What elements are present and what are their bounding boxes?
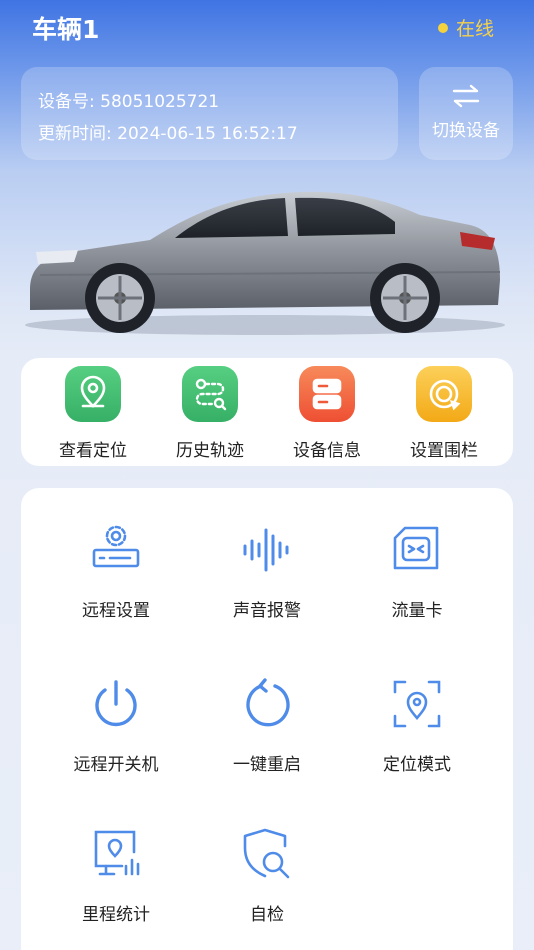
sim-card-label: 流量卡 xyxy=(391,601,443,621)
mileage-stats-button[interactable]: 里程统计 xyxy=(41,826,191,925)
self-check-button[interactable]: 自检 xyxy=(192,826,342,925)
power-icon xyxy=(95,680,137,727)
remote-settings-button[interactable]: 远程设置 xyxy=(41,522,191,621)
mileage-stats-icon xyxy=(94,830,140,876)
remote-settings-label: 远程设置 xyxy=(82,601,150,621)
page-title: 车辆1 xyxy=(32,15,100,44)
remote-power-button[interactable]: 远程开关机 xyxy=(41,676,191,775)
history-track-label: 历史轨迹 xyxy=(176,441,244,461)
track-route-icon xyxy=(182,366,238,422)
device-info-button[interactable]: 设备信息 xyxy=(272,366,382,461)
status-dot-icon xyxy=(437,22,448,33)
location-mode-label: 定位模式 xyxy=(383,755,451,775)
device-id: 设备号: 58051025721 xyxy=(38,92,220,112)
view-location-button[interactable]: 查看定位 xyxy=(38,366,148,461)
sim-card-button[interactable]: 流量卡 xyxy=(342,522,492,621)
device-info-icon xyxy=(299,366,355,422)
remote-settings-icon xyxy=(92,525,140,568)
sound-alarm-label: 声音报警 xyxy=(233,601,301,621)
functions-card: 远程设置 声音报警 流量卡 远程开关机 一键重启 定位模式 里程统计 自检 xyxy=(21,488,513,950)
location-mode-button[interactable]: 定位模式 xyxy=(342,676,492,775)
remote-power-label: 远程开关机 xyxy=(73,755,159,775)
self-check-icon xyxy=(243,828,290,879)
update-time: 更新时间: 2024-06-15 16:52:17 xyxy=(38,124,298,144)
sound-alarm-button[interactable]: 声音报警 xyxy=(192,522,342,621)
status-label: 在线 xyxy=(455,18,494,40)
restart-icon xyxy=(246,678,290,727)
sim-card-icon xyxy=(393,526,439,570)
set-fence-button[interactable]: 设置围栏 xyxy=(389,366,499,461)
location-pin-icon xyxy=(65,366,121,422)
device-info-card: 设备号: 58051025721 更新时间: 2024-06-15 16:52:… xyxy=(21,67,398,160)
history-track-button[interactable]: 历史轨迹 xyxy=(155,366,265,461)
set-fence-label: 设置围栏 xyxy=(410,441,478,461)
fence-icon xyxy=(416,366,472,422)
self-check-label: 自检 xyxy=(250,905,284,925)
switch-device-button[interactable]: 切换设备 xyxy=(419,67,513,160)
switch-device-label: 切换设备 xyxy=(432,121,500,141)
sound-alarm-icon xyxy=(243,528,289,572)
location-mode-icon xyxy=(393,680,441,728)
quick-actions-card: 查看定位 历史轨迹 设备信息 设置围栏 xyxy=(21,358,513,466)
mileage-stats-label: 里程统计 xyxy=(82,905,150,925)
restart-button[interactable]: 一键重启 xyxy=(192,676,342,775)
view-location-label: 查看定位 xyxy=(59,441,127,461)
device-info-label: 设备信息 xyxy=(293,441,361,461)
switch-arrows-icon xyxy=(452,84,480,108)
vehicle-image xyxy=(0,170,534,350)
online-status: 在线 xyxy=(437,14,494,41)
restart-label: 一键重启 xyxy=(233,755,301,775)
